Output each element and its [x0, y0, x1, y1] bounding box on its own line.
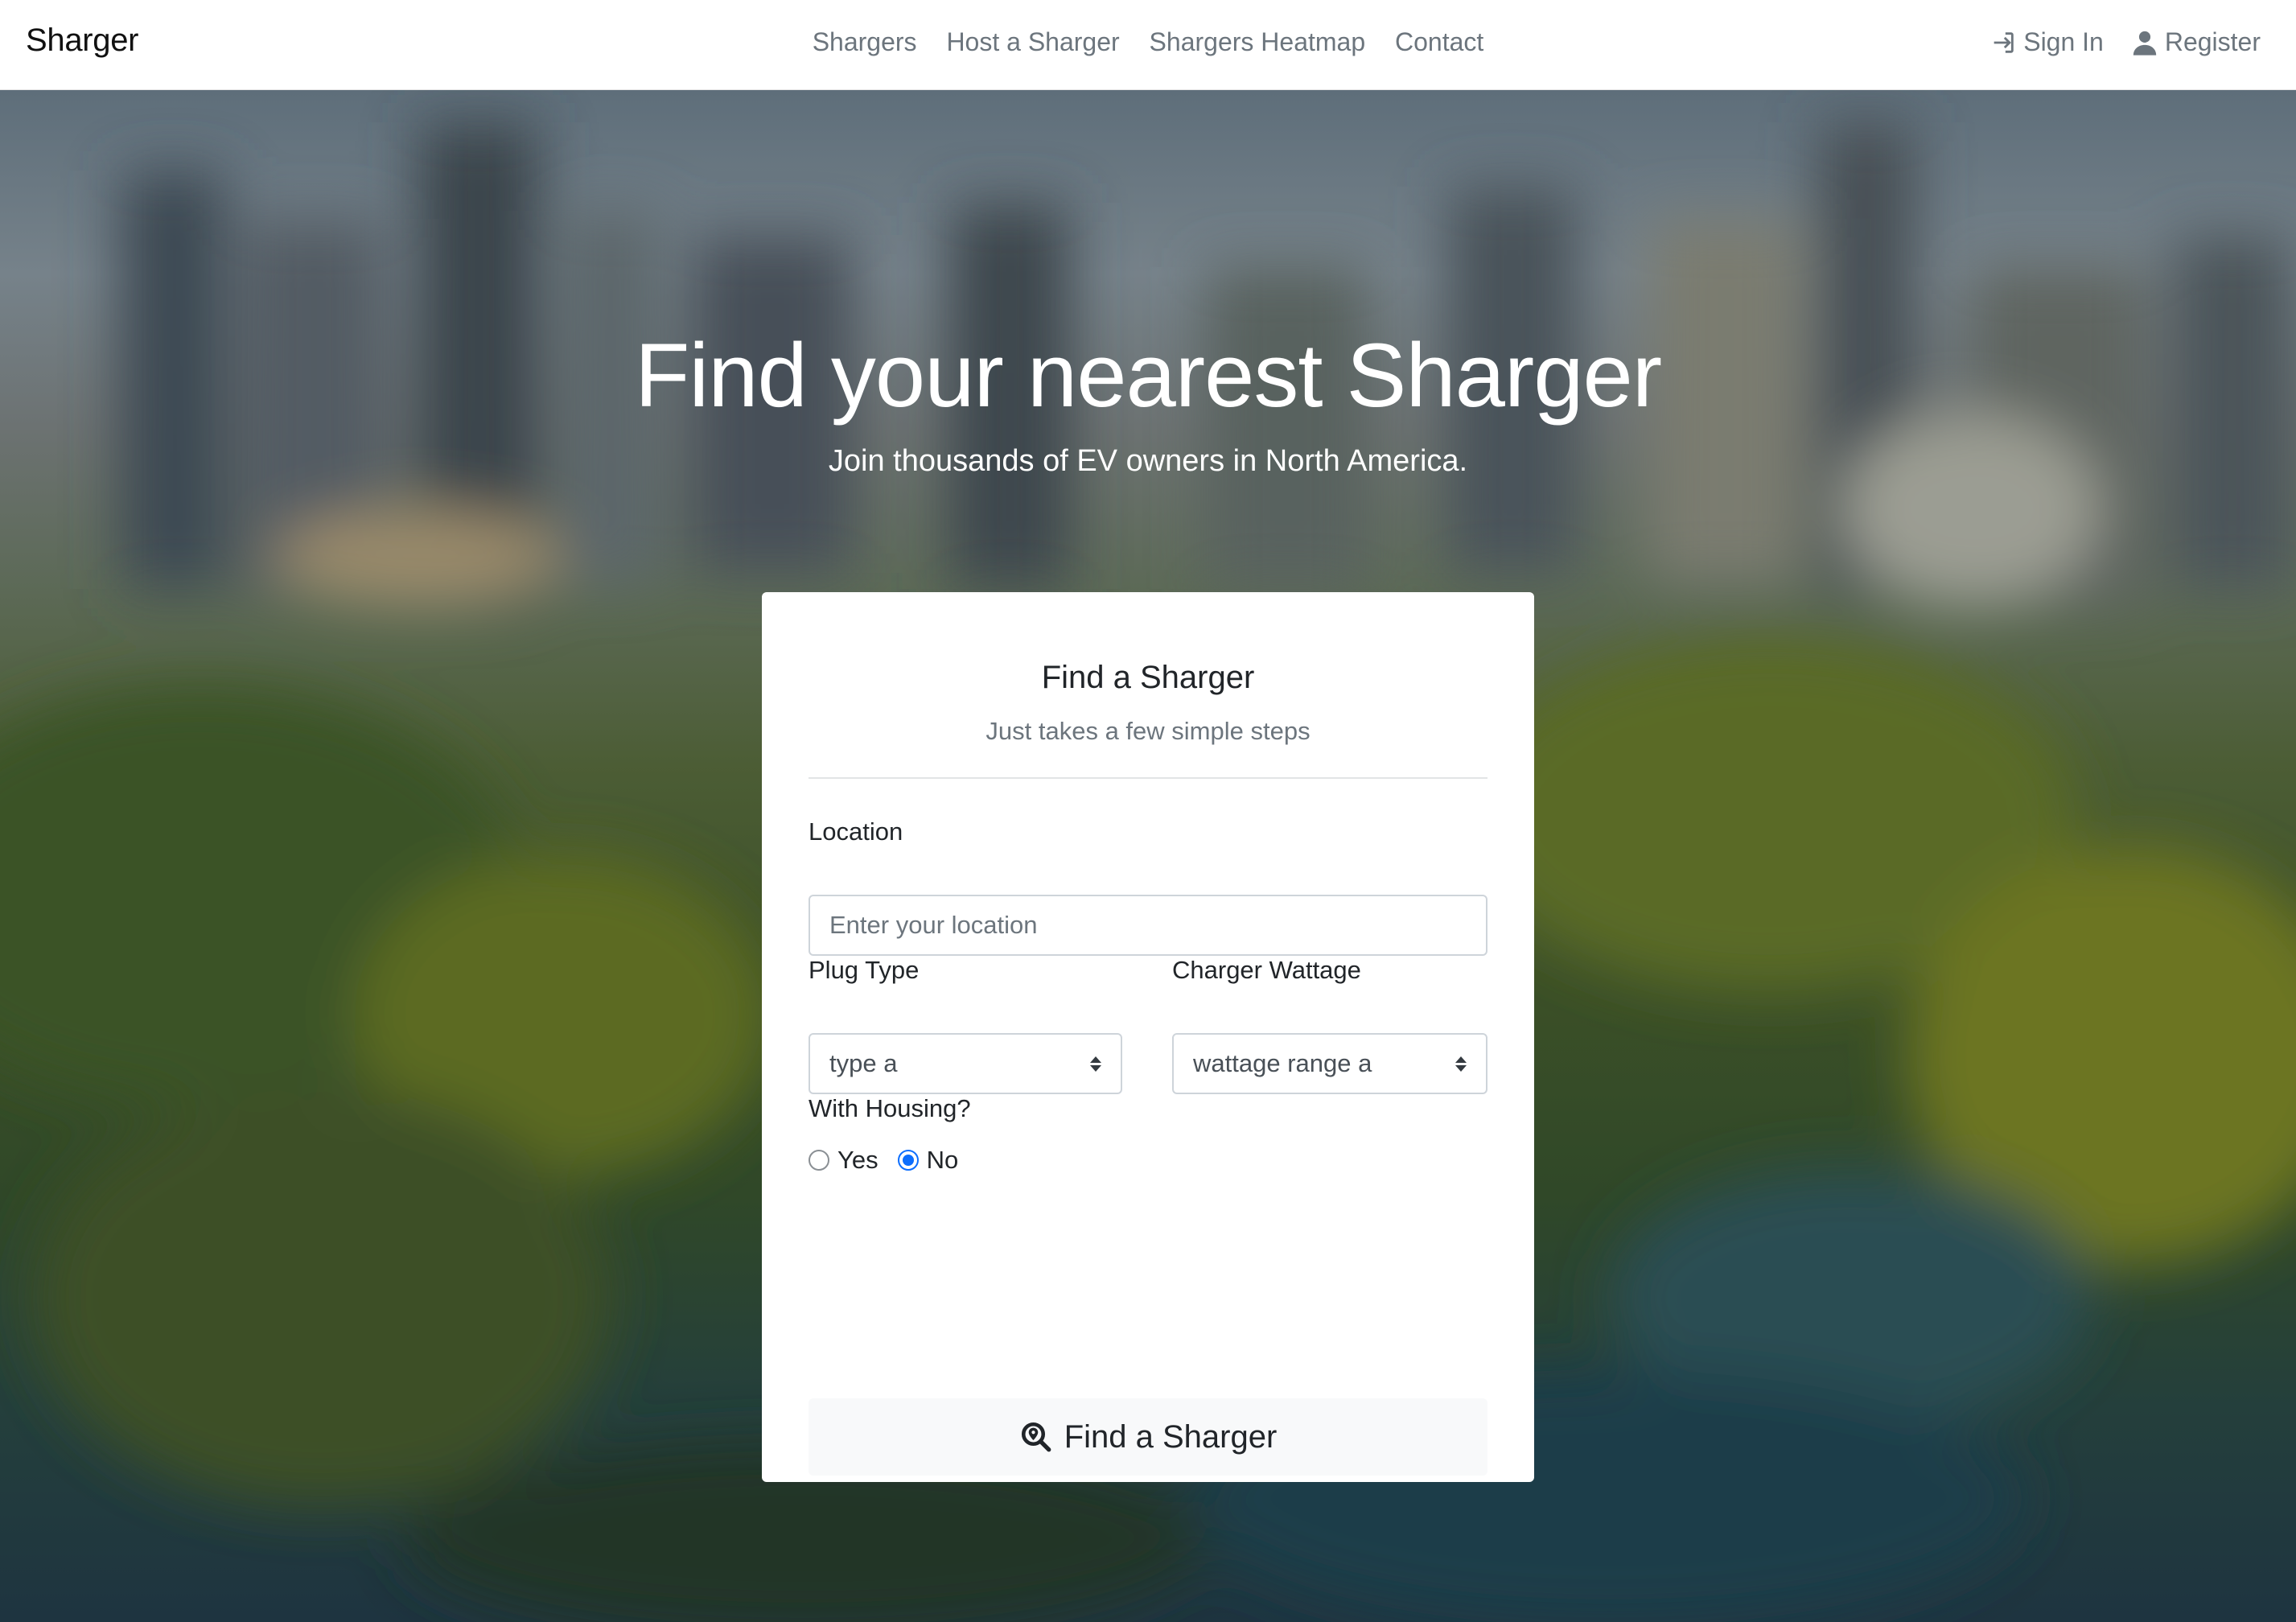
find-sharger-card: Find a Sharger Just takes a few simple s…	[762, 592, 1534, 1482]
charger-wattage-select[interactable]: wattage range a	[1172, 1033, 1487, 1094]
card-title: Find a Sharger	[1041, 660, 1255, 695]
sign-in-icon	[1994, 31, 2014, 53]
radio-no-label: No	[926, 1146, 959, 1174]
nav-link-host-a-sharger[interactable]: Host a Sharger	[946, 27, 1119, 56]
find-sharger-button-label: Find a Sharger	[1064, 1418, 1278, 1455]
location-label: Location	[809, 817, 903, 846]
hero-section: Find your nearest Sharger Join thousands…	[0, 90, 2296, 1622]
register-label: Register	[2164, 27, 2261, 56]
housing-option-no[interactable]: No	[897, 1146, 959, 1175]
card-divider	[809, 777, 1487, 779]
select-caret-icon	[1455, 1056, 1467, 1072]
housing-option-yes[interactable]: Yes	[809, 1146, 878, 1175]
sign-in-link[interactable]: Sign In	[1989, 27, 2104, 57]
radio-no[interactable]	[897, 1150, 919, 1171]
with-housing-label: With Housing?	[809, 1094, 971, 1122]
hero-title: Find your nearest Sharger	[634, 325, 1662, 426]
hero-subtitle: Join thousands of EV owners in North Ame…	[828, 444, 1468, 478]
select-caret-icon	[1090, 1056, 1101, 1072]
housing-radio-group: Yes No	[809, 1146, 958, 1175]
nav-link-shargers[interactable]: Shargers	[813, 27, 917, 56]
location-input[interactable]	[809, 895, 1487, 956]
plug-type-select[interactable]: type a	[809, 1033, 1122, 1094]
radio-yes-label: Yes	[837, 1146, 878, 1174]
nav-links: Shargers Host a Sharger Shargers Heatmap…	[0, 27, 2296, 57]
navbar: Sharger Shargers Host a Sharger Shargers…	[0, 0, 2296, 90]
charger-wattage-label: Charger Wattage	[1172, 956, 1361, 984]
nav-auth: Sign In Register	[1989, 27, 2261, 57]
nav-link-contact[interactable]: Contact	[1395, 27, 1483, 56]
plug-type-value: type a	[829, 1049, 898, 1077]
sign-in-label: Sign In	[2023, 27, 2104, 56]
nav-link-shargers-heatmap[interactable]: Shargers Heatmap	[1150, 27, 1366, 56]
user-icon	[2133, 31, 2157, 56]
register-link[interactable]: Register	[2131, 27, 2261, 57]
plug-type-label: Plug Type	[809, 956, 920, 984]
search-location-icon	[1021, 1422, 1051, 1452]
radio-yes[interactable]	[809, 1150, 829, 1171]
card-subtitle: Just takes a few simple steps	[985, 717, 1311, 745]
find-sharger-button[interactable]: Find a Sharger	[809, 1398, 1487, 1476]
charger-wattage-value: wattage range a	[1193, 1049, 1372, 1077]
